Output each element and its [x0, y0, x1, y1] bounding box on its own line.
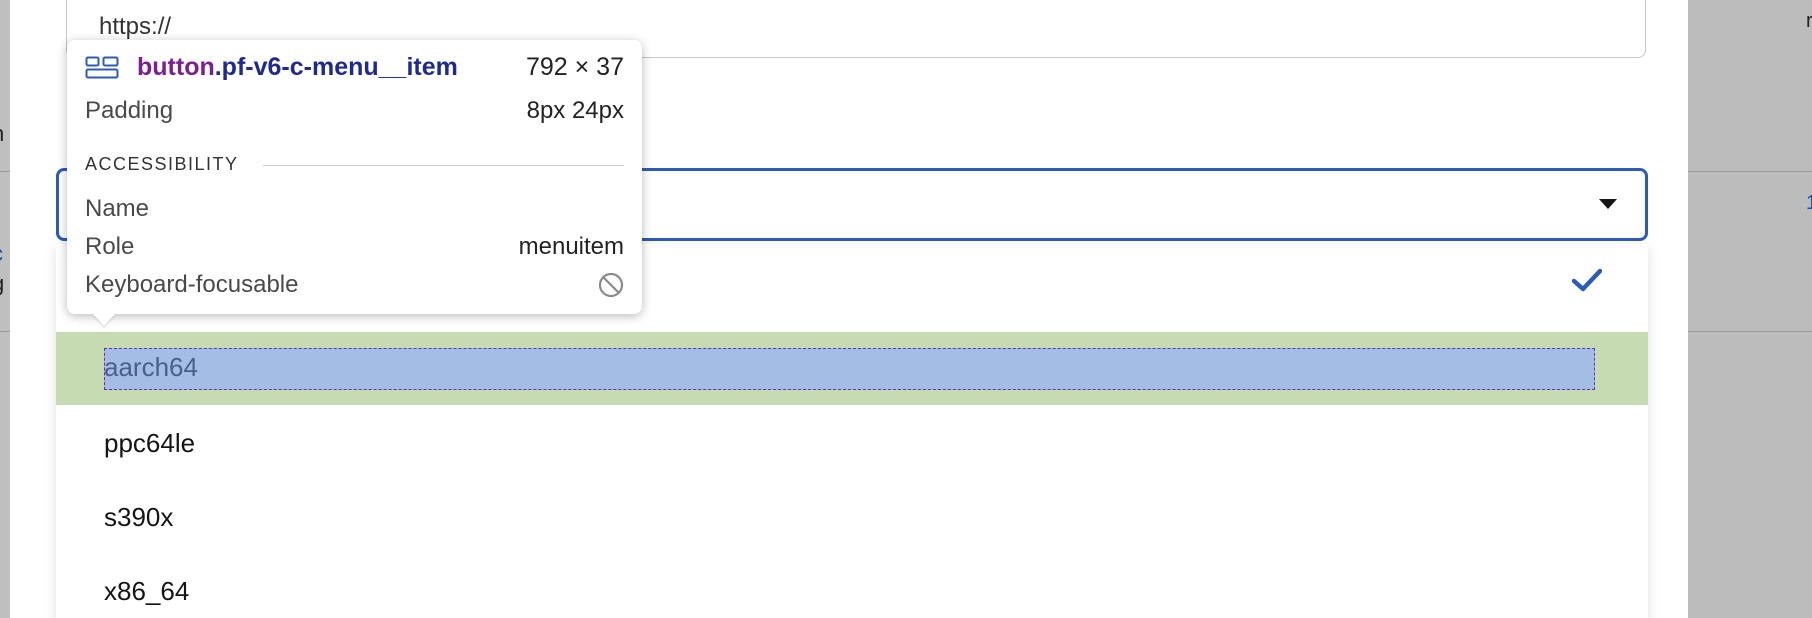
background-divider	[0, 331, 10, 332]
background-link: 1	[1806, 192, 1812, 214]
inspect-role-value: menuitem	[518, 233, 624, 260]
background-page-left	[0, 0, 10, 618]
not-allowed-icon	[598, 272, 624, 298]
inspect-selector: button.pf-v6-c-menu__item	[137, 53, 458, 82]
inspect-tooltip: button.pf-v6-c-menu__item 792 × 37 Paddi…	[67, 40, 642, 314]
inspect-name-row: Name	[85, 195, 624, 225]
inspect-padding-value: 8px 24px	[526, 97, 624, 124]
background-text: n	[0, 121, 4, 147]
inspect-selector-tag: button	[137, 53, 215, 81]
menu-item-label: s390x	[104, 502, 174, 532]
inspect-role-label: Role	[85, 233, 135, 260]
inspect-role-row: Role menuitem	[85, 233, 624, 263]
background-divider	[1688, 331, 1812, 332]
background-text: g	[0, 271, 4, 297]
modal-dialog: https:// aarch64 ppc64le s390x x86_64 bu…	[10, 0, 1688, 618]
menu-item-s390x[interactable]: s390x	[56, 480, 1648, 553]
inspect-focusable-row: Keyboard-focusable	[85, 271, 624, 301]
inspect-content-box	[104, 348, 1595, 390]
inspect-section-title: ACCESSIBILITY	[85, 154, 239, 174]
background-link: c	[0, 241, 3, 267]
inspect-name-label: Name	[85, 195, 150, 222]
inspect-padding-row: Padding 8px 24px	[85, 97, 624, 127]
inspect-size: 792 × 37	[525, 53, 624, 81]
background-divider	[1688, 171, 1812, 172]
background-page-right	[1688, 0, 1812, 618]
check-icon	[1572, 268, 1602, 292]
inspect-padding-label: Padding	[85, 97, 174, 124]
inspect-selector-class: .pf-v6-c-menu__item	[214, 53, 458, 81]
url-input-value: https://	[99, 13, 172, 40]
menu-item-aarch64[interactable]: aarch64	[56, 332, 1648, 405]
background-divider	[0, 171, 10, 172]
element-layout-icon	[85, 56, 119, 79]
menu-item-ppc64le[interactable]: ppc64le	[56, 406, 1648, 479]
menu-item-label: x86_64	[104, 576, 190, 606]
caret-down-icon[interactable]	[1599, 199, 1617, 209]
menu-item-x86_64[interactable]: x86_64	[56, 554, 1648, 618]
section-divider	[263, 165, 624, 166]
menu-item-label: aarch64	[104, 352, 198, 382]
inspect-focusable-label: Keyboard-focusable	[85, 271, 299, 298]
menu-item-label: ppc64le	[104, 428, 196, 458]
tooltip-arrow	[93, 314, 115, 326]
screen: n c g r 1 https:// aarch64	[0, 0, 1812, 618]
background-text: r	[1806, 10, 1812, 32]
